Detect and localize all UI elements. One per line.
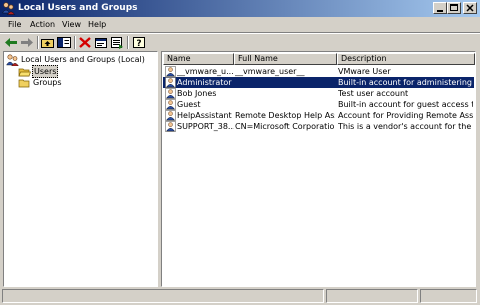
help-icon: ? <box>133 37 145 49</box>
menu-file[interactable]: File <box>7 19 22 31</box>
user-icon <box>165 110 176 121</box>
folder-icon <box>18 79 30 88</box>
back-icon <box>5 38 17 47</box>
menu-action[interactable]: Action <box>29 19 56 31</box>
user-icon <box>165 121 176 132</box>
properties-icon <box>95 38 107 48</box>
user-row[interactable]: __vmware_u... __vmware_user__ VMware User <box>163 66 474 77</box>
close-icon <box>466 4 474 12</box>
window-title: Local Users and Groups <box>18 3 138 13</box>
properties-button[interactable] <box>93 35 109 50</box>
maximize-button[interactable] <box>447 2 461 14</box>
user-row[interactable]: Bob Jones Test user account <box>163 88 474 99</box>
user-description: Test user account <box>338 89 409 98</box>
column-header-name[interactable]: Name <box>163 53 234 65</box>
column-header-full-name[interactable]: Full Name <box>234 53 337 65</box>
minimize-icon <box>437 10 443 12</box>
user-icon <box>165 66 176 77</box>
toolbar-separator <box>37 36 39 49</box>
minimize-button[interactable] <box>433 2 447 14</box>
menu-view[interactable]: View <box>61 19 82 31</box>
export-list-icon <box>111 37 123 49</box>
users-groups-icon <box>6 54 19 66</box>
user-name: HelpAssistant <box>177 111 232 120</box>
user-name: __vmware_u... <box>177 67 234 76</box>
help-button[interactable]: ? <box>131 35 147 50</box>
user-name: SUPPORT_38... <box>177 122 234 131</box>
menu-help[interactable]: Help <box>87 19 107 31</box>
show-hide-tree-button[interactable] <box>56 35 72 50</box>
toolbar-separator <box>127 36 129 49</box>
up-level-icon <box>41 39 54 48</box>
user-icon <box>165 77 176 88</box>
user-full-name: Remote Desktop Help Assi... <box>235 111 335 120</box>
show-hide-tree-icon <box>57 37 71 48</box>
user-list-panel[interactable]: Name Full Name Description __vmware_u...… <box>161 51 476 287</box>
user-description: Built-in account for guest access to t..… <box>338 100 473 109</box>
column-header-description[interactable]: Description <box>337 53 475 65</box>
back-button[interactable] <box>3 35 19 50</box>
tree-panel[interactable]: Local Users and Groups (Local) Users Gro… <box>3 51 158 287</box>
toolbar-separator <box>74 36 76 49</box>
user-name: Bob Jones <box>177 89 217 98</box>
status-pane-main <box>2 289 324 303</box>
up-level-button[interactable] <box>40 35 56 50</box>
user-full-name: __vmware_user__ <box>235 67 305 76</box>
user-description: VMware User <box>338 67 391 76</box>
toolbar: ? <box>0 34 480 51</box>
forward-icon <box>21 38 33 47</box>
user-row[interactable]: Administrator Built-in account for admini… <box>163 77 474 88</box>
delete-button[interactable] <box>77 35 93 50</box>
user-row[interactable]: Guest Built-in account for guest access t… <box>163 99 474 110</box>
user-name: Guest <box>177 100 201 109</box>
user-name: Administrator <box>177 78 232 87</box>
users-groups-app-icon <box>2 2 15 15</box>
tree-item-groups-label: Groups <box>33 78 62 87</box>
user-description: Account for Providing Remote Assist... <box>338 111 473 120</box>
user-icon <box>165 88 176 99</box>
user-description: This is a vendor's account for the He... <box>338 122 473 131</box>
delete-icon <box>79 37 91 48</box>
user-full-name: CN=Microsoft Corporation... <box>235 122 335 131</box>
menu-bar: File Action View Help <box>0 17 480 33</box>
user-row[interactable]: SUPPORT_38...CN=Microsoft Corporation...… <box>163 121 474 132</box>
svg-text:?: ? <box>136 39 141 49</box>
user-description: Built-in account for administering the..… <box>338 78 473 87</box>
status-bar <box>0 288 480 305</box>
maximize-icon <box>450 4 458 11</box>
forward-button[interactable] <box>19 35 35 50</box>
user-row[interactable]: HelpAssistantRemote Desktop Help Assi...… <box>163 110 474 121</box>
status-pane-3 <box>420 289 477 303</box>
status-pane-2 <box>326 289 418 303</box>
close-button[interactable] <box>463 2 477 14</box>
user-icon <box>165 99 176 110</box>
export-list-button[interactable] <box>109 35 125 50</box>
title-bar[interactable]: Local Users and Groups <box>0 0 480 17</box>
